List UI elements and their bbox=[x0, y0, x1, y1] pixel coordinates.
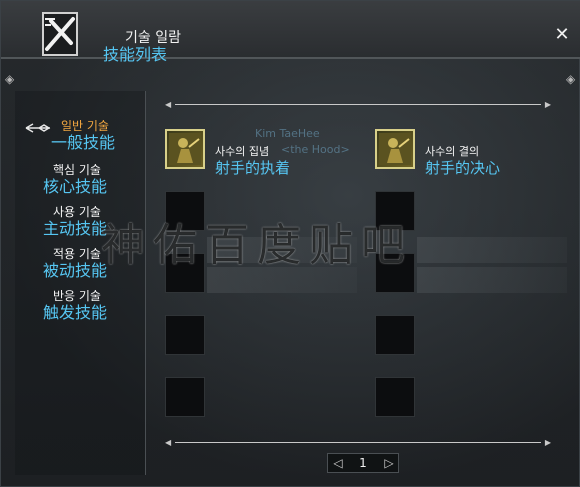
nav-item-general-skills[interactable]: 일반 기술 一般技能 bbox=[15, 117, 145, 157]
nav-item-core-skills[interactable]: 핵심 기술 核心技能 bbox=[15, 161, 145, 201]
current-page-number: 1 bbox=[359, 456, 367, 470]
empty-skill-slot[interactable] bbox=[165, 377, 205, 417]
row-band bbox=[207, 237, 357, 263]
nav-label-chinese: 核心技能 bbox=[43, 177, 108, 196]
window-title-chinese: 技能列表 bbox=[103, 45, 168, 64]
row-band bbox=[417, 267, 567, 293]
skill-slot-1[interactable] bbox=[165, 129, 205, 169]
bottom-divider: ◀ ▶ bbox=[165, 438, 551, 447]
nav-label-chinese: 一般技能 bbox=[51, 133, 116, 152]
skill-name-chinese: 射手的决心 bbox=[425, 159, 501, 177]
frame-ornament-icon: ◈ bbox=[566, 72, 576, 86]
nav-item-passive-skills[interactable]: 적용 기술 被动技能 bbox=[15, 245, 145, 285]
skill-category-nav: 일반 기술 一般技能 핵심 기술 核心技能 사용 기술 主动技能 적용 기술 被… bbox=[15, 91, 146, 475]
title-bar[interactable]: 기술 일람 技能列表 ✕ bbox=[1, 1, 580, 64]
faint-player-name: Kim TaeHee bbox=[255, 127, 320, 140]
nav-label-chinese: 触发技能 bbox=[43, 303, 108, 322]
top-divider: ◀ ▶ bbox=[165, 100, 551, 109]
skill-list-window: 기술 일람 技能列表 ✕ ◈ ◈ 일반 기술 一般技能 핵심 기술 核心技能 사… bbox=[0, 0, 580, 487]
frame-ornament-icon: ◈ bbox=[5, 72, 15, 86]
empty-skill-slot[interactable] bbox=[165, 315, 205, 355]
previous-page-button[interactable]: ◁ bbox=[331, 456, 345, 470]
nav-item-active-skills[interactable]: 사용 기술 主动技能 bbox=[15, 203, 145, 243]
skill-slot-2[interactable] bbox=[375, 129, 415, 169]
skill-grid-panel: ◀ ▶ 사수의 집념 射手的执着 사수의 결의 射手的决心 ◀ ▶ bbox=[149, 91, 569, 475]
empty-skill-slot[interactable] bbox=[375, 315, 415, 355]
archer-skill-icon bbox=[169, 133, 201, 165]
page-navigator: ◁ 1 ▷ bbox=[327, 453, 399, 473]
row-band bbox=[207, 267, 357, 293]
empty-skill-slot[interactable] bbox=[375, 377, 415, 417]
nav-label-chinese: 被动技能 bbox=[43, 261, 108, 280]
nav-label-chinese: 主动技能 bbox=[43, 219, 108, 238]
archer-skill-icon bbox=[379, 133, 411, 165]
next-page-button[interactable]: ▷ bbox=[382, 456, 396, 470]
skill-name-chinese: 射手的执着 bbox=[215, 159, 291, 177]
selection-arrow-icon bbox=[25, 123, 51, 133]
empty-skill-slot[interactable] bbox=[375, 253, 415, 293]
faint-player-guild: <the Hood> bbox=[281, 143, 350, 156]
skill-book-icon bbox=[42, 12, 78, 56]
nav-item-trigger-skills[interactable]: 반응 기술 触发技能 bbox=[15, 287, 145, 327]
close-button[interactable]: ✕ bbox=[554, 26, 570, 44]
empty-skill-slot[interactable] bbox=[165, 191, 205, 231]
empty-skill-slot[interactable] bbox=[165, 253, 205, 293]
empty-skill-slot[interactable] bbox=[375, 191, 415, 231]
row-band bbox=[417, 237, 567, 263]
